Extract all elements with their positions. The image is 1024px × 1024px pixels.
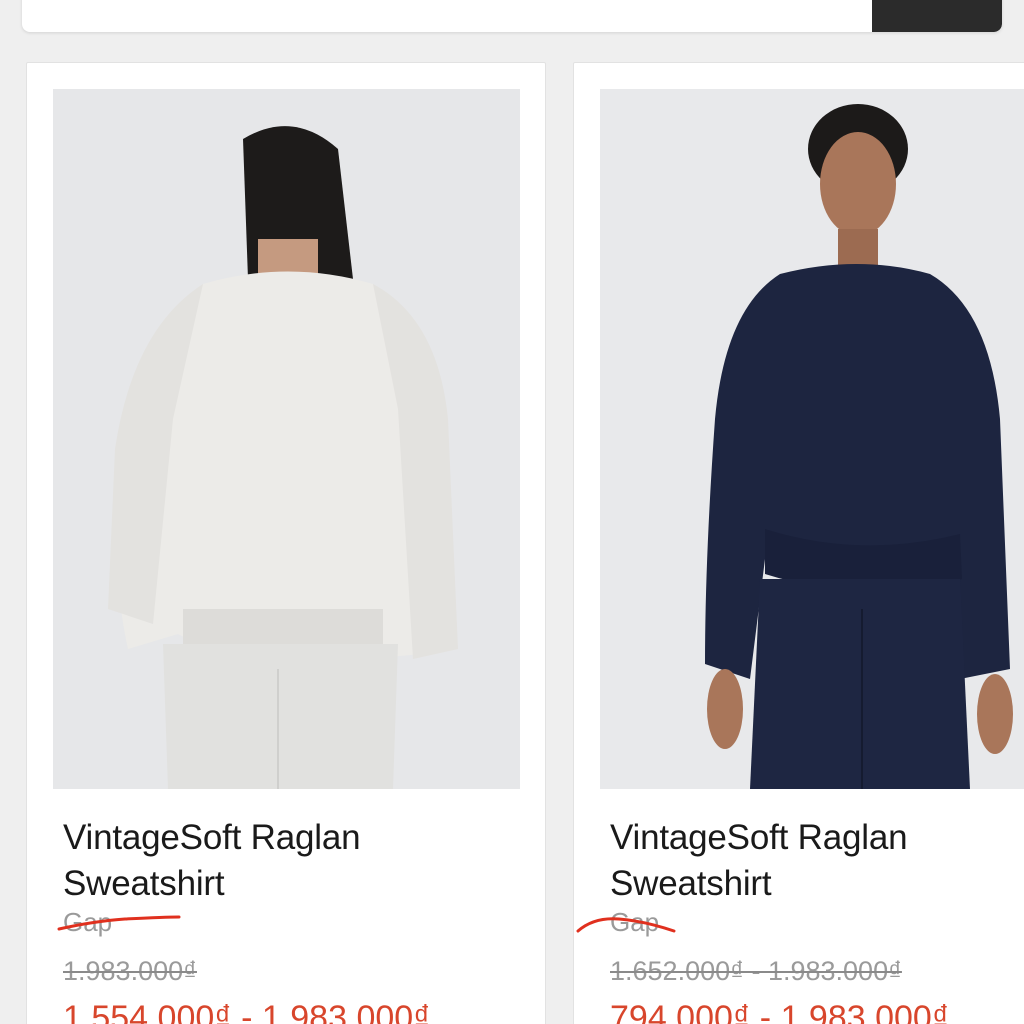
product-image[interactable] xyxy=(53,89,520,789)
brand-label: Gap xyxy=(63,907,113,937)
original-price: 1.652.000₫ - 1.983.000₫ xyxy=(610,956,902,986)
product-card[interactable]: VintageSoft Raglan Sweatshirt Gap 1.652.… xyxy=(573,62,1024,1024)
product-name[interactable]: VintageSoft Raglan Sweatshirt xyxy=(63,815,503,907)
model-back-heather-grey-sweatshirt xyxy=(53,89,520,789)
brand-label: Gap xyxy=(610,907,660,937)
product-card[interactable]: VintageSoft Raglan Sweatshirt Gap 1.983.… xyxy=(26,62,546,1024)
original-price: 1.983.000₫ xyxy=(63,956,197,986)
search-button[interactable] xyxy=(872,0,1002,32)
product-name-line2: Sweatshirt xyxy=(610,864,772,903)
product-image[interactable] xyxy=(600,89,1024,789)
product-name-line2: Sweatshirt xyxy=(63,864,225,903)
sale-price: 1.554.000₫ - 1.983.000₫ xyxy=(63,999,431,1024)
search-input[interactable] xyxy=(22,0,1002,32)
model-front-navy-sweatshirt xyxy=(600,89,1024,789)
sale-price: 794.000₫ - 1.983.000₫ xyxy=(610,999,950,1024)
product-name-line1: VintageSoft Raglan xyxy=(63,818,361,857)
product-name-line1: VintageSoft Raglan xyxy=(610,818,908,857)
product-name[interactable]: VintageSoft Raglan Sweatshirt xyxy=(610,815,1024,907)
top-bar xyxy=(0,0,1024,56)
